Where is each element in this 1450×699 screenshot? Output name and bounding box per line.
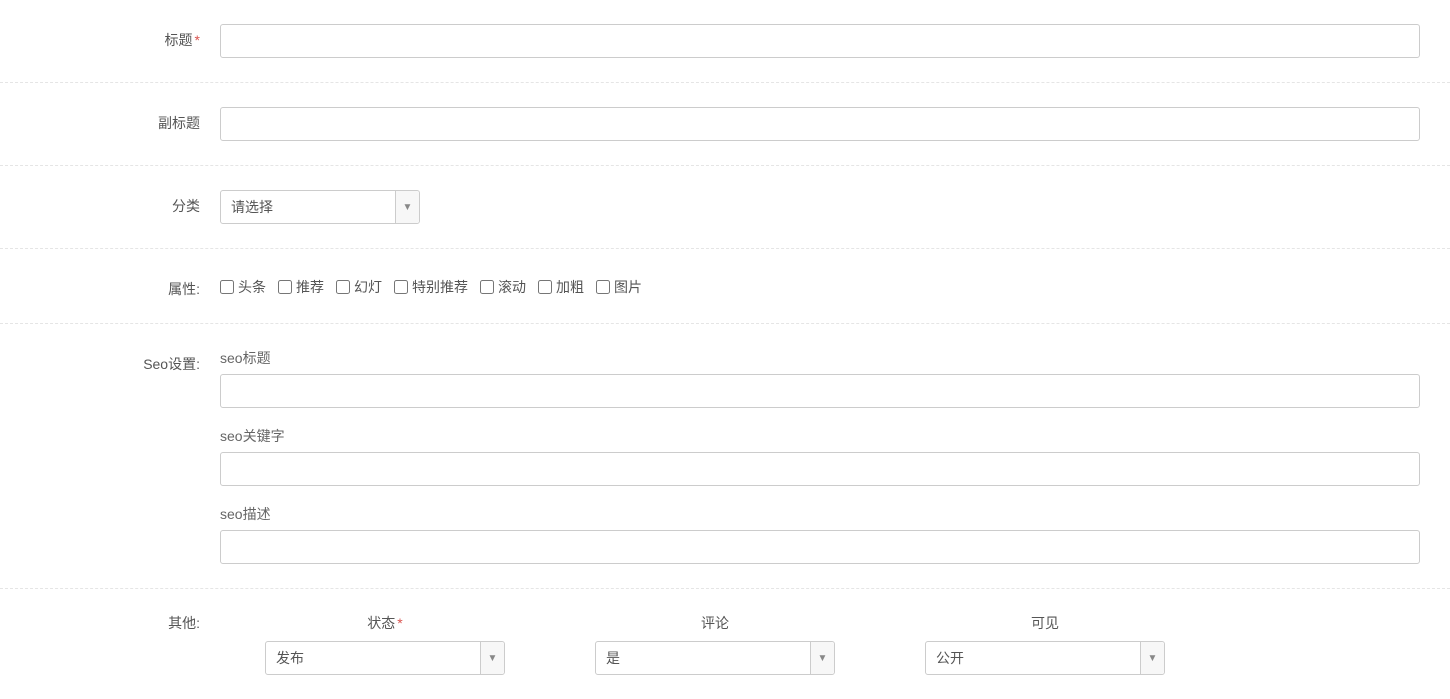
attr-checkbox-slide[interactable]: 幻灯 <box>336 277 382 297</box>
seo-keywords-label: seo关键字 <box>220 426 1420 446</box>
seo-description-label: seo描述 <box>220 504 1420 524</box>
attr-checkbox-headline[interactable]: 头条 <box>220 277 266 297</box>
required-mark: * <box>397 615 402 631</box>
attr-checkbox-bold[interactable]: 加粗 <box>538 277 584 297</box>
visibility-label: 可见 <box>1031 613 1059 633</box>
category-label: 分类 <box>0 190 220 216</box>
chevron-down-icon: ▼ <box>1140 642 1164 674</box>
comment-label: 评论 <box>701 613 729 633</box>
subtitle-input[interactable] <box>220 107 1420 141</box>
status-label: 状态* <box>367 613 402 633</box>
attr-checkbox-recommend[interactable]: 推荐 <box>278 277 324 297</box>
title-input[interactable] <box>220 24 1420 58</box>
seo-description-input[interactable] <box>220 530 1420 564</box>
seo-keywords-input[interactable] <box>220 452 1420 486</box>
chevron-down-icon: ▼ <box>395 191 419 223</box>
chevron-down-icon: ▼ <box>480 642 504 674</box>
chevron-down-icon: ▼ <box>810 642 834 674</box>
attributes-label: 属性: <box>0 273 220 299</box>
other-label: 其他: <box>0 613 220 633</box>
seo-title-input[interactable] <box>220 374 1420 408</box>
subtitle-label: 副标题 <box>0 107 220 133</box>
required-mark: * <box>195 32 200 48</box>
attr-checkbox-scroll[interactable]: 滚动 <box>480 277 526 297</box>
seo-title-label: seo标题 <box>220 348 1420 368</box>
attr-checkbox-special[interactable]: 特别推荐 <box>394 277 468 297</box>
seo-settings-label: Seo设置: <box>0 348 220 374</box>
title-label: 标题* <box>0 24 220 50</box>
category-select[interactable]: 请选择 ▼ <box>220 190 420 224</box>
attr-checkbox-image[interactable]: 图片 <box>596 277 642 297</box>
